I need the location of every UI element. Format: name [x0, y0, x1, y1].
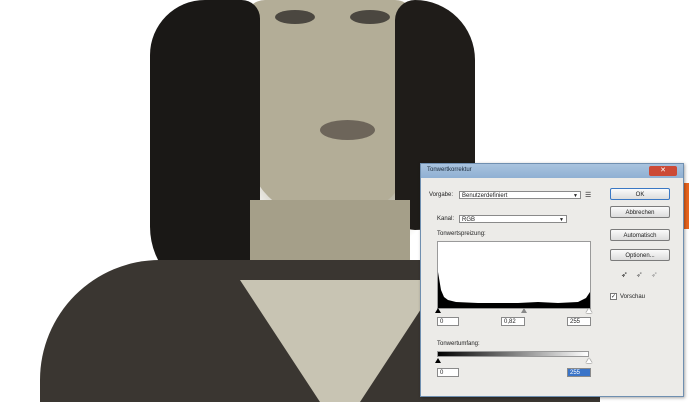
output-black-slider[interactable] — [435, 358, 441, 363]
preview-label: Vorschau — [620, 294, 646, 300]
mouth — [320, 120, 375, 140]
ok-button-label: OK — [635, 192, 645, 198]
input-gamma-value: 0,82 — [504, 319, 516, 325]
input-black-value: 0 — [440, 319, 444, 325]
face — [245, 0, 415, 220]
hair-left — [150, 0, 260, 300]
input-black-slider[interactable] — [435, 308, 441, 313]
chevron-down-icon: ▼ — [573, 193, 578, 199]
output-black-field[interactable]: 0 — [437, 368, 459, 377]
dialog-titlebar[interactable]: Tonwertkorrektur ✕ — [421, 164, 683, 178]
channel-label: Kanal: — [437, 216, 455, 222]
levels-dialog: Tonwertkorrektur ✕ Vorgabe: Benutzerdefi… — [420, 163, 684, 397]
output-white-value: 255 — [570, 370, 581, 376]
preset-menu-icon[interactable]: ☰ — [585, 191, 591, 199]
channel-value: RGB — [462, 217, 476, 223]
gray-eyedropper-icon[interactable]: ➶ — [636, 270, 643, 279]
output-white-field[interactable]: 255 — [567, 368, 591, 377]
close-button[interactable]: ✕ — [649, 166, 677, 176]
cancel-button[interactable]: Abbrechen — [610, 206, 670, 218]
input-gamma-slider[interactable] — [521, 308, 527, 313]
auto-button-label: Automatisch — [623, 233, 657, 239]
histogram — [437, 241, 591, 309]
ok-button[interactable]: OK — [610, 188, 670, 200]
histogram-graph — [438, 272, 590, 308]
preset-select[interactable]: Benutzerdefiniert ▼ — [459, 191, 581, 199]
input-white-value: 255 — [570, 319, 581, 325]
output-black-value: 0 — [440, 370, 444, 376]
cancel-button-label: Abbrechen — [625, 210, 655, 216]
options-button[interactable]: Optionen... — [610, 249, 670, 261]
checkmark-icon: ✓ — [611, 294, 617, 300]
eye-right — [350, 10, 390, 24]
eye-left — [275, 10, 315, 24]
input-white-slider[interactable] — [586, 308, 592, 313]
dialog-title: Tonwertkorrektur — [427, 167, 472, 173]
black-eyedropper-icon[interactable]: ➶ — [621, 270, 628, 279]
input-levels-label: Tonwertspreizung: — [437, 231, 486, 237]
input-black-field[interactable]: 0 — [437, 317, 459, 326]
close-icon: ✕ — [660, 167, 666, 174]
preset-label: Vorgabe: — [429, 192, 454, 198]
preset-value: Benutzerdefiniert — [462, 193, 508, 199]
output-levels-label: Tonwertumfang: — [437, 341, 480, 347]
input-white-field[interactable]: 255 — [567, 317, 591, 326]
output-white-slider[interactable] — [586, 358, 592, 363]
white-eyedropper-icon[interactable]: ➶ — [651, 270, 658, 279]
preview-checkbox[interactable]: ✓ — [610, 293, 617, 300]
input-gamma-field[interactable]: 0,82 — [501, 317, 525, 326]
channel-select[interactable]: RGB ▼ — [459, 215, 567, 223]
output-gradient-bar — [437, 351, 589, 357]
options-button-label: Optionen... — [625, 253, 655, 259]
auto-button[interactable]: Automatisch — [610, 229, 670, 241]
chevron-down-icon: ▼ — [559, 217, 564, 223]
